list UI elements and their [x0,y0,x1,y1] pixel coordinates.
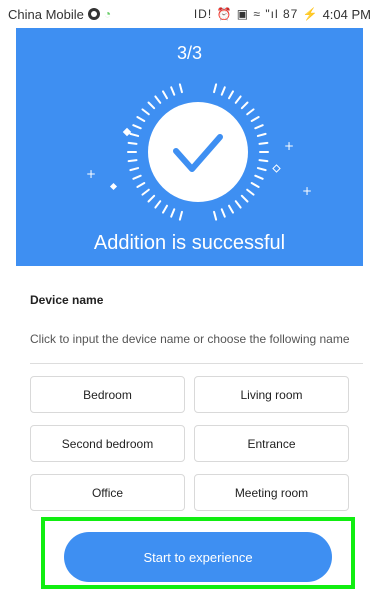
tick-mark [254,174,264,180]
leaf-icon: ◔ [103,7,112,21]
step-indicator: 3/3 [176,43,203,63]
status-time: 4:04 PM [322,6,371,22]
tick-mark [178,83,183,94]
tick-mark [256,167,267,172]
status-bar: China Mobile ◔ ID! ⏰ ▣ ≈ "ıl 87 ⚡ 4:04 P… [0,0,379,28]
tick-mark [246,108,255,116]
tick-mark [240,194,249,203]
device-name-label: Device name [30,293,104,307]
tick-mark [256,132,267,137]
tick-mark [228,204,234,214]
tick-mark [127,141,138,145]
svg-text:+: + [284,139,294,153]
tick-mark [129,132,140,137]
tick-mark [246,188,255,196]
tick-mark [136,182,146,188]
option-living-room[interactable]: Living room [194,376,349,413]
system-icons: ID! ⏰ ▣ ≈ "ıl 87 ⚡ [193,7,319,21]
device-name-input[interactable]: Click to input the device name or choose… [30,332,350,346]
tick-mark [213,210,218,221]
tick-mark [170,86,176,96]
status-right: ID! ⏰ ▣ ≈ "ıl 87 ⚡ 4:04 PM [194,7,371,22]
svg-text:+: + [302,184,312,198]
tick-mark [234,200,242,209]
success-message: Addition is successful [93,232,286,254]
tick-mark [254,124,264,130]
tick-mark [162,90,168,100]
tick-mark [178,210,183,221]
tick-mark [154,95,162,104]
tick-mark [258,159,269,163]
tick-mark [240,101,249,110]
option-meeting-room[interactable]: Meeting room [194,474,349,511]
status-left: China Mobile ◔ [8,7,111,22]
tick-mark [147,101,156,110]
tick-mark [127,159,138,163]
tick-mark [250,116,260,122]
tick-mark [132,124,142,130]
check-circle-icon [148,102,248,202]
tick-mark [250,182,260,188]
tick-mark [162,204,168,214]
tick-mark [213,83,218,94]
input-divider [30,363,363,364]
tick-mark [129,167,140,172]
tick-mark [154,200,162,209]
start-experience-button[interactable]: Start to experience [64,532,332,582]
notification-icon [87,8,100,20]
tick-mark [170,208,176,218]
carrier-name: China Mobile [8,6,84,22]
tick-mark [147,194,156,203]
tick-mark [141,108,150,116]
tick-mark [220,86,226,96]
svg-text:+: + [86,167,96,181]
tick-mark [132,174,142,180]
tick-mark [234,95,242,104]
tick-mark [228,90,234,100]
tick-mark [258,141,269,145]
success-banner: + + + 3/3 Addition is successful [16,28,363,266]
option-entrance[interactable]: Entrance [194,425,349,462]
option-second-bedroom[interactable]: Second bedroom [30,425,185,462]
tick-mark [220,208,226,218]
tick-mark [141,188,150,196]
option-bedroom[interactable]: Bedroom [30,376,185,413]
tick-mark [136,116,146,122]
option-office[interactable]: Office [30,474,185,511]
